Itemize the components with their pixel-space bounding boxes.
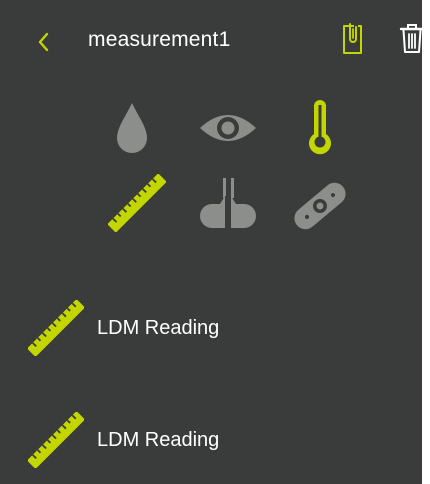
header-bar: measurement1 (0, 0, 425, 78)
trash-icon (399, 24, 425, 53)
ruler-icon (27, 299, 85, 357)
attach-button[interactable] (339, 22, 367, 56)
bandage-icon[interactable] (290, 176, 350, 236)
measurement-screen: measurement1 LDM Reading LDM Reading (0, 0, 425, 484)
delete-button[interactable] (398, 22, 426, 56)
ruler-icon[interactable] (107, 173, 167, 233)
reading-label: LDM Reading (97, 317, 220, 339)
page-title: measurement1 (88, 28, 231, 51)
list-item[interactable]: LDM Reading (0, 411, 422, 482)
paperclip-document-icon (343, 23, 362, 54)
eye-icon[interactable] (198, 108, 258, 148)
thermometer-icon[interactable] (305, 98, 335, 158)
cable-connector-icon[interactable] (198, 176, 258, 232)
droplet-icon[interactable] (112, 100, 152, 156)
back-button[interactable] (34, 30, 54, 54)
reading-label: LDM Reading (97, 429, 220, 451)
ruler-icon (27, 411, 85, 469)
list-item[interactable]: LDM Reading (0, 299, 422, 370)
chevron-left-icon (38, 32, 49, 52)
